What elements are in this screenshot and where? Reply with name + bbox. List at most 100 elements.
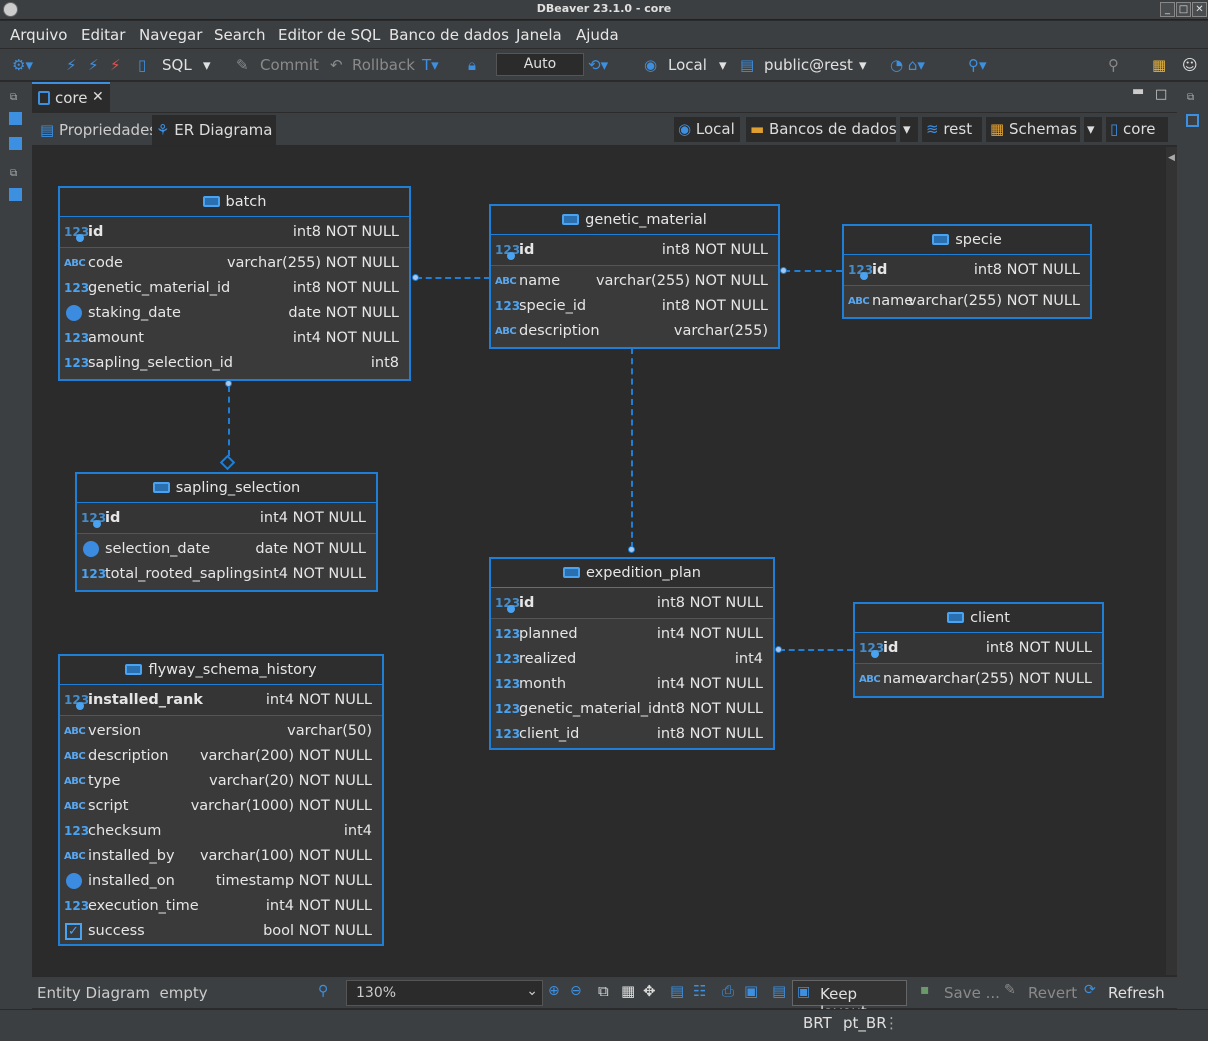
tab-core[interactable]: core ✕ [32,82,110,112]
datasource-select[interactable]: Local [668,56,707,74]
revert-button[interactable]: Revert [1028,984,1077,1002]
menu-banco-de-dados[interactable]: Banco de dados [389,26,509,44]
primary-key-row[interactable]: 123 installed_rank int4 NOT NULL [60,685,382,716]
primary-key-row[interactable]: 123 id int8 NOT NULL [855,633,1102,664]
projects-icon[interactable] [9,137,22,150]
breadcrumb-schemas-dropdown[interactable]: ▾ [1084,117,1102,142]
primary-key-row[interactable]: 123 id int4 NOT NULL [77,503,376,534]
column-row[interactable]: ABC code varchar(255) NOT NULL [60,251,409,276]
breadcrumb-core[interactable]: ▯ core [1106,117,1168,142]
keep-layout-toggle[interactable]: ▣ Keep layout [792,980,907,1021]
breadcrumb-databases[interactable]: ▬ Bancos de dados [746,117,897,142]
column-row[interactable]: 123 sapling_selection_id int8 [60,351,409,376]
column-row[interactable]: 123 genetic_material_id int8 NOT NULL [491,697,773,722]
menu-janela[interactable]: Janela [516,26,562,44]
rollback-button[interactable]: Rollback [352,56,415,74]
close-button[interactable]: ✕ [1192,2,1207,17]
print-icon[interactable]: ⎙ [722,982,734,1000]
schema-dropdown-icon[interactable]: ▾ [859,56,867,74]
navigator-icon[interactable] [9,112,22,125]
minimize-editor-icon[interactable]: ▬ [1132,84,1144,99]
zoom-search-icon[interactable]: ⚲ [318,983,328,999]
export-image-icon[interactable]: ▣ [744,982,758,1000]
sql-editor-icon[interactable]: ▯ [138,56,146,74]
chevron-down-icon[interactable]: ⌄ [526,983,538,999]
column-row[interactable]: staking_date date NOT NULL [60,301,409,326]
column-row[interactable]: 123 genetic_material_id int8 NOT NULL [60,276,409,301]
column-row[interactable]: ABC type varchar(20) NOT NULL [60,769,382,794]
tab-er-diagram[interactable]: ⚘ ER Diagrama [152,115,277,145]
column-row[interactable]: ABC name varchar(255) NOT NULL [855,667,1102,692]
restore-icon[interactable]: ⧉ [10,92,17,103]
column-row[interactable]: 123 month int4 NOT NULL [491,672,773,697]
layout-icon[interactable]: ▤ [772,982,786,1000]
relation-batch-sapling[interactable] [228,386,230,456]
column-row[interactable]: ABC description varchar(200) NOT NULL [60,744,382,769]
arrange-icon[interactable]: ⧉ [598,982,609,1000]
restore-icon-2[interactable]: ⧉ [10,168,17,179]
database-tasks-icon[interactable] [9,188,22,201]
transaction-mode-icon[interactable]: T▾ [422,56,439,74]
history-icon[interactable]: ⟲▾ [588,56,608,74]
breadcrumb-databases-dropdown[interactable]: ▾ [900,117,918,142]
perspective-icon[interactable]: ▦ [1152,56,1166,74]
relation-expedition-client[interactable] [779,649,853,651]
column-row[interactable]: ABC version varchar(50) [60,719,382,744]
save-button[interactable]: Save ... [944,984,1000,1002]
status-menu-icon[interactable]: ⋮ [884,1014,899,1032]
entity-flyway-schema-history[interactable]: flyway_schema_history 123 installed_rank in… [58,654,384,946]
relation-genetic-material-expedition[interactable] [631,348,633,548]
column-row[interactable]: ✓ success bool NOT NULL [60,919,382,944]
notes-icon[interactable]: ▤ [670,982,684,1000]
tab-properties[interactable]: ▤ Propriedades [36,115,161,145]
maximize-editor-icon[interactable]: □ [1155,87,1167,102]
primary-key-row[interactable]: 123 id int8 NOT NULL [491,235,778,266]
search-tool-icon[interactable]: ⚲▾ [968,56,987,74]
column-row[interactable]: ABC script varchar(1000) NOT NULL [60,794,382,819]
column-row[interactable]: 123 checksum int4 [60,819,382,844]
column-row[interactable]: 123 total_rooted_saplings int4 NOT NULL [77,562,376,587]
reconnect-icon[interactable]: ⚡ [88,56,99,74]
menu-ajuda[interactable]: Ajuda [576,26,619,44]
column-row[interactable]: 123 client_id int8 NOT NULL [491,722,773,747]
move-icon[interactable]: ✥ [643,982,656,1000]
column-row[interactable]: 123 realized int4 [491,647,773,672]
commit-mode-select[interactable]: Auto [496,53,584,76]
grid-icon[interactable]: ▦ [621,982,635,1000]
menu-editar[interactable]: Editar [81,26,125,44]
primary-key-row[interactable]: 123 id int8 NOT NULL [844,255,1090,286]
breadcrumb-local[interactable]: ◉ Local [674,117,740,142]
menu-navegar[interactable]: Navegar [139,26,202,44]
breadcrumb-rest[interactable]: ≋ rest [922,117,982,142]
disconnect-icon[interactable]: ⚡ [110,56,121,74]
column-row[interactable]: ABC name varchar(255) NOT NULL [491,269,778,294]
new-connection-icon[interactable]: ⚙▾ [12,56,33,74]
connect-icon[interactable]: ⚡ [66,56,77,74]
column-row[interactable]: 123 planned int4 NOT NULL [491,622,773,647]
zoom-select[interactable]: 130% ⌄ [346,980,543,1006]
outline-icon[interactable] [1186,114,1199,127]
search-icon[interactable]: ⚲ [1108,56,1119,74]
breadcrumb-schemas[interactable]: ▦ Schemas [986,117,1080,142]
sql-dropdown-icon[interactable]: ▾ [203,56,211,74]
column-row[interactable]: installed_on timestamp NOT NULL [60,869,382,894]
close-icon[interactable]: ✕ [92,89,104,105]
menu-editor-sql[interactable]: Editor de SQL [278,26,380,44]
dashboard-icon[interactable]: ◔ ⌂▾ [890,56,925,74]
zoom-out-icon[interactable]: ⊖ [570,983,582,999]
relation-batch-genetic-material[interactable] [416,277,490,279]
column-row[interactable]: selection_date date NOT NULL [77,537,376,562]
column-row[interactable]: 123 specie_id int8 NOT NULL [491,294,778,319]
primary-key-row[interactable]: 123 id int8 NOT NULL [491,588,773,619]
menu-arquivo[interactable]: Arquivo [10,26,67,44]
maximize-button[interactable]: □ [1176,2,1191,17]
entity-client[interactable]: client 123 id int8 NOT NULL ABC name varchar(2… [853,602,1104,698]
column-row[interactable]: ABC description varchar(255) [491,319,778,344]
column-row[interactable]: ABC name varchar(255) NOT NULL [844,289,1090,314]
restore-icon-right[interactable]: ⧉ [1187,92,1194,103]
attributes-icon[interactable]: ☷ [693,982,706,1000]
refresh-button[interactable]: Refresh [1108,984,1165,1002]
entity-genetic-material[interactable]: genetic_material 123 id int8 NOT NULL ABC nam… [489,204,780,349]
entity-batch[interactable]: batch 123 id int8 NOT NULL ABC code varchar(25… [58,186,411,381]
column-row[interactable]: ABC installed_by varchar(100) NOT NULL [60,844,382,869]
